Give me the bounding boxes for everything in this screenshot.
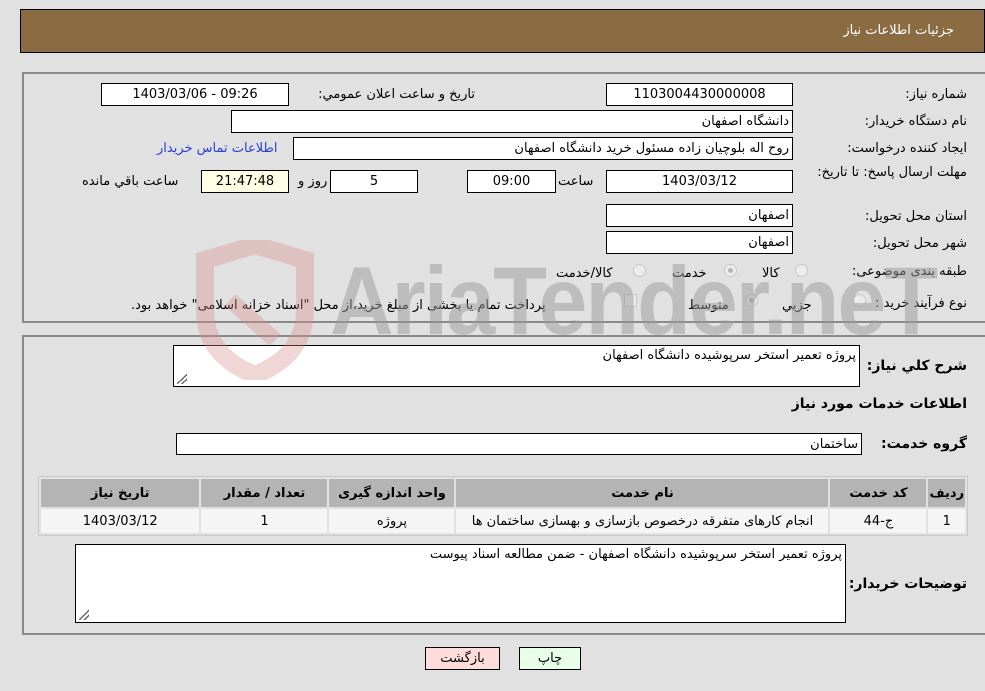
summary-text: پروژه تعمير استخر سرپوشيده دانشگاه اصفها… — [602, 348, 856, 363]
deadline-time-label: ساعت — [558, 174, 594, 189]
service-group-field[interactable]: ساختمان — [176, 433, 862, 455]
treasury-checkbox[interactable] — [624, 294, 637, 307]
deadline-time-field[interactable]: 09:00 — [467, 170, 556, 193]
category-radio-goods-service[interactable] — [633, 264, 646, 277]
process-radio-minor[interactable] — [853, 294, 866, 307]
print-button[interactable]: چاپ — [519, 647, 581, 670]
city-field[interactable]: اصفهان — [606, 231, 793, 254]
creator-field[interactable]: روح اله بلوچيان زاده مسئول خريد دانشگاه … — [293, 137, 793, 160]
category-radio-goods[interactable] — [795, 264, 808, 277]
back-button[interactable]: بازگشت — [425, 647, 500, 670]
col-header-quantity: تعداد / مقدار — [201, 479, 328, 507]
summary-label: شرح کلي نياز: — [866, 358, 967, 374]
buyer-org-field[interactable]: دانشگاه اصفهان — [231, 110, 793, 133]
buyer-notes-textarea[interactable]: پروژه تعمير استخر سرپوشيده دانشگاه اصفها… — [75, 544, 846, 623]
cell-service-code: ج-44 — [830, 509, 927, 533]
buyer-contact-link[interactable]: اطلاعات تماس خريدار — [157, 141, 277, 156]
province-field[interactable]: اصفهان — [606, 204, 793, 227]
cell-quantity: 1 — [201, 509, 328, 533]
creator-label: ايجاد کننده درخواست: — [847, 141, 967, 156]
province-label: استان محل تحويل: — [865, 209, 967, 224]
services-table: رديف کد خدمت نام خدمت واحد اندازه گيری ت… — [38, 476, 968, 536]
resize-grip-icon[interactable] — [79, 610, 89, 620]
process-radio-medium[interactable] — [745, 294, 758, 307]
page-header: جزئيات اطلاعات نياز — [20, 9, 985, 53]
table-row: 1 ج-44 انجام کارهای متفرقه درخصوص بازساز… — [41, 509, 965, 533]
col-header-row-number: رديف — [928, 479, 965, 507]
announce-datetime-label: تاريخ و ساعت اعلان عمومي: — [318, 87, 475, 102]
need-number-label: شماره نياز: — [905, 87, 967, 102]
buyer-notes-text: پروژه تعمير استخر سرپوشيده دانشگاه اصفها… — [429, 547, 842, 562]
city-label: شهر محل تحويل: — [872, 236, 967, 251]
deadline-date-field[interactable]: 1403/03/12 — [606, 170, 793, 193]
buyer-org-label: نام دستگاه خريدار: — [864, 114, 967, 129]
process-type-label: نوع فرآيند خريد : — [875, 296, 967, 311]
table-header-row: رديف کد خدمت نام خدمت واحد اندازه گيری ت… — [41, 479, 965, 507]
remaining-time-label: ساعت باقي مانده — [82, 174, 179, 189]
treasury-note: پرداخت تمام يا بخشی از مبلغ خريد،از محل … — [131, 298, 546, 313]
buyer-notes-label: توضيحات خريدار: — [848, 576, 967, 592]
days-remaining-field[interactable]: 5 — [330, 170, 418, 193]
remaining-time-field: 21:47:48 — [201, 170, 289, 193]
page-title: جزئيات اطلاعات نياز — [843, 23, 954, 38]
days-label: روز و — [298, 174, 328, 189]
category-radio-service[interactable] — [724, 264, 737, 277]
category-option-goods: کالا — [762, 266, 780, 281]
col-header-service-name: نام خدمت — [456, 479, 829, 507]
col-header-service-code: کد خدمت — [830, 479, 927, 507]
deadline-label: مهلت ارسال پاسخ: تا تاريخ: — [817, 165, 967, 180]
category-option-service: خدمت — [672, 266, 707, 281]
col-header-need-date: تاريخ نياز — [41, 479, 200, 507]
cell-service-name: انجام کارهای متفرقه درخصوص بازسازی و بهس… — [456, 509, 829, 533]
resize-grip-icon[interactable] — [177, 374, 187, 384]
summary-textarea[interactable]: پروژه تعمير استخر سرپوشيده دانشگاه اصفها… — [173, 345, 860, 387]
cell-row-number: 1 — [928, 509, 965, 533]
cell-need-date: 1403/03/12 — [41, 509, 200, 533]
service-group-label: گروه خدمت: — [881, 436, 967, 452]
cell-unit: پروژه — [329, 509, 455, 533]
process-option-minor: جزيي — [782, 298, 812, 313]
col-header-unit: واحد اندازه گيری — [329, 479, 455, 507]
category-label: طبقه بندی موضوعی: — [851, 264, 967, 279]
announce-datetime-field[interactable]: 1403/03/06 - 09:26 — [101, 83, 289, 106]
process-option-medium: متوسط — [688, 298, 729, 313]
category-option-goods-service: کالا/خدمت — [556, 266, 613, 281]
need-number-field[interactable]: 1103004430000008 — [606, 83, 793, 106]
services-heading: اطلاعات خدمات مورد نياز — [791, 396, 967, 412]
